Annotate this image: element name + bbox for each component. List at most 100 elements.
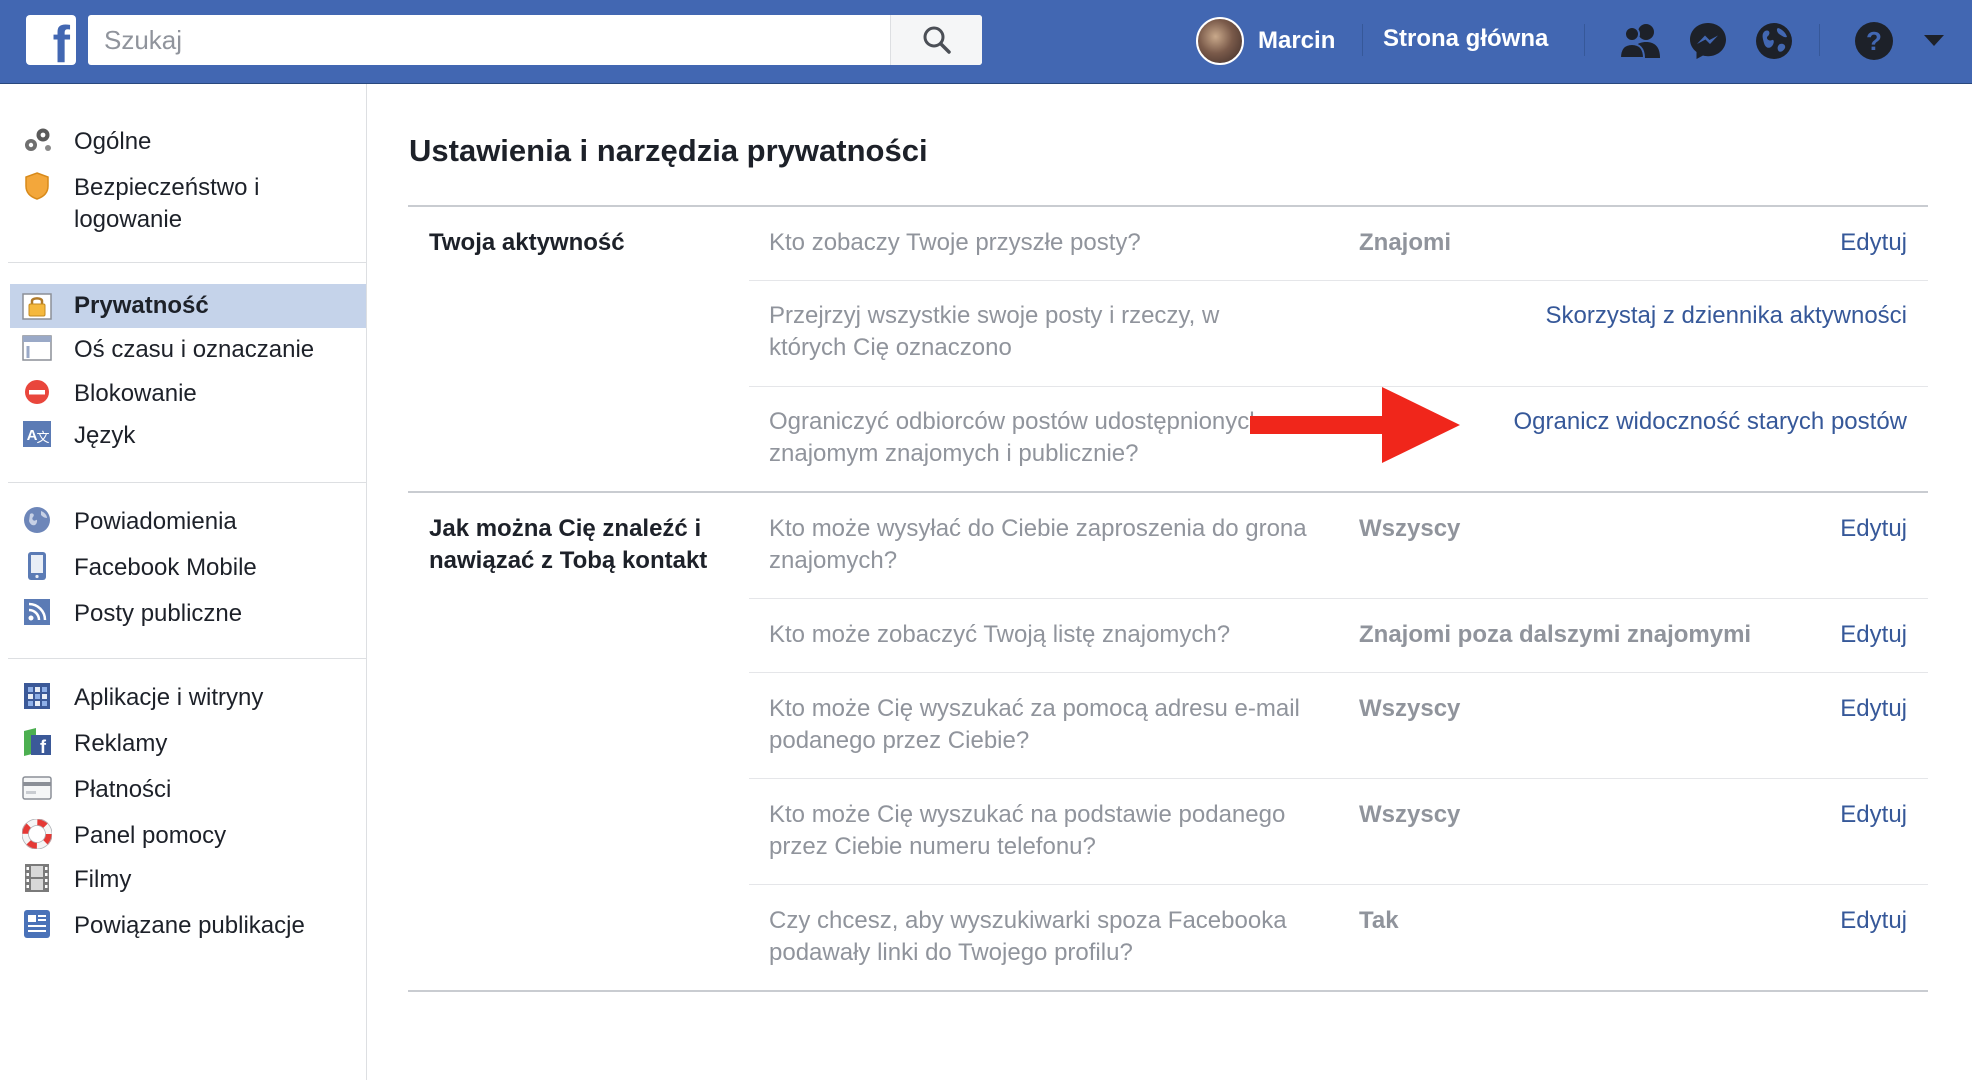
sidebar-divider	[8, 482, 366, 483]
row-divider	[749, 778, 1928, 779]
sidebar-item-label: Reklamy	[74, 730, 168, 757]
setting-question: Kto zobaczy Twoje przyszłe posty?	[769, 229, 1141, 256]
avatar	[1196, 17, 1244, 65]
sidebar-item-label: Oś czasu i oznaczanie	[74, 336, 315, 363]
facebook-logo[interactable]: f	[26, 15, 76, 65]
page-title: Ustawienia i narzędzia prywatności	[409, 133, 928, 168]
sidebar-item-general[interactable]: Ogólne	[10, 126, 366, 158]
limit-past-posts-link[interactable]: Ogranicz widoczność starych postów	[1514, 406, 1908, 438]
edit-link[interactable]: Edytuj	[1840, 693, 1907, 725]
setting-question: Kto może Cię wyszukać za pomocą adresu e…	[769, 695, 1300, 754]
sidebar-item-videos[interactable]: Filmy	[10, 864, 366, 896]
home-link[interactable]: Strona główna	[1383, 25, 1548, 53]
annotation-arrow-icon	[1250, 387, 1460, 463]
sidebar-item-label: Filmy	[74, 866, 132, 893]
globe-icon	[22, 506, 52, 534]
sidebar-item-label: Aplikacje i witryny	[74, 684, 264, 711]
sidebar-item-security-login[interactable]: Bezpieczeństwo i logowanie	[10, 172, 366, 236]
setting-question: Ograniczyć odbiorców postów udostępniony…	[769, 408, 1263, 467]
shield-icon	[22, 172, 52, 200]
sidebar-item-language[interactable]: A 文 Język	[10, 420, 366, 452]
sidebar-item-label: Posty publiczne	[74, 600, 243, 627]
svg-text:f: f	[40, 737, 47, 757]
sidebar-item-linked-publications[interactable]: Powiązane publikacje	[10, 910, 366, 942]
setting-question: Czy chcesz, aby wyszukiwarki spoza Faceb…	[769, 907, 1287, 966]
row-divider	[749, 672, 1928, 673]
svg-text:文: 文	[36, 431, 49, 446]
help-icon[interactable]: ?	[1850, 18, 1898, 64]
messenger-icon[interactable]	[1684, 18, 1732, 64]
apps-grid-icon	[22, 682, 52, 710]
row-divider	[749, 884, 1928, 885]
sidebar-item-label: Prywatność	[74, 292, 209, 319]
sidebar-item-timeline-tagging[interactable]: Oś czasu i oznaczanie	[10, 334, 366, 366]
section-title-your-activity: Twoja aktywność	[429, 229, 625, 256]
edit-link[interactable]: Edytuj	[1840, 513, 1907, 545]
section-divider	[408, 990, 1928, 992]
row-divider	[749, 598, 1928, 599]
setting-value: Znajomi	[1359, 229, 1452, 256]
sidebar-item-label: Powiązane publikacje	[74, 912, 305, 939]
search-button[interactable]	[890, 15, 982, 65]
setting-value: Tak	[1359, 907, 1399, 934]
sidebar-item-support-inbox[interactable]: Panel pomocy	[10, 819, 366, 852]
sidebar-item-label: Język	[74, 422, 136, 449]
notifications-globe-icon[interactable]	[1750, 18, 1798, 64]
sidebar-divider	[8, 262, 366, 263]
nav-separator	[1584, 24, 1585, 56]
section-divider	[408, 491, 1928, 493]
edit-link[interactable]: Edytuj	[1840, 905, 1907, 937]
sidebar-item-label: Płatności	[74, 776, 172, 803]
search-icon	[923, 26, 951, 54]
sidebar-item-label: Bezpieczeństwo i logowanie	[74, 174, 260, 233]
search-box	[88, 15, 982, 65]
setting-value: Znajomi poza dalszymi znajomymi	[1359, 621, 1752, 648]
edit-link[interactable]: Edytuj	[1840, 619, 1907, 651]
credit-card-icon	[22, 774, 52, 802]
nav-separator	[1362, 24, 1363, 56]
profile-link[interactable]: Marcin	[1196, 17, 1335, 65]
user-name: Marcin	[1258, 27, 1336, 54]
setting-question: Przejrzyj wszystkie swoje posty i rzeczy…	[769, 302, 1220, 361]
nav-separator	[1819, 24, 1820, 56]
setting-value: Wszyscy	[1359, 695, 1461, 722]
rss-icon	[22, 598, 52, 626]
setting-question: Kto może Cię wyszukać na podstawie podan…	[769, 801, 1286, 860]
chevron-down-icon[interactable]	[1914, 18, 1954, 64]
section-divider	[408, 205, 1928, 207]
sidebar-item-label: Blokowanie	[74, 380, 197, 407]
friend-requests-icon[interactable]	[1616, 18, 1664, 64]
sidebar-item-privacy[interactable]: Prywatność	[10, 284, 366, 328]
sidebar-item-label: Powiadomienia	[74, 508, 237, 535]
padlock-icon	[22, 292, 52, 320]
settings-sidebar: Ogólne Bezpieczeństwo i logowanie Prywat…	[0, 84, 367, 1080]
edit-link[interactable]: Edytuj	[1840, 227, 1907, 259]
row-divider	[749, 280, 1928, 281]
sidebar-divider	[8, 658, 366, 659]
sidebar-item-label: Panel pomocy	[74, 822, 227, 849]
top-navigation-bar: f Marcin Strona główna	[0, 0, 1972, 84]
activity-log-link[interactable]: Skorzystaj z dziennika aktywności	[1546, 300, 1907, 332]
sidebar-item-label: Ogólne	[74, 128, 152, 155]
setting-question: Kto może zobaczyć Twoją listę znajomych?	[769, 621, 1231, 648]
setting-question: Kto może wysyłać do Ciebie zaproszenia d…	[769, 515, 1307, 574]
film-icon	[22, 864, 52, 892]
language-icon: A 文	[22, 420, 52, 448]
lifebuoy-icon	[22, 819, 52, 849]
sidebar-item-payments[interactable]: Płatności	[10, 774, 366, 806]
sidebar-item-ads[interactable]: f Reklamy	[10, 728, 366, 760]
setting-value: Wszyscy	[1359, 515, 1461, 542]
ads-icon: f	[22, 728, 52, 757]
timeline-icon	[22, 334, 52, 362]
sidebar-item-notifications[interactable]: Powiadomienia	[10, 506, 366, 538]
sidebar-item-apps-websites[interactable]: Aplikacje i witryny	[10, 682, 366, 714]
facebook-logo-letter: f	[52, 16, 70, 65]
search-input[interactable]	[88, 15, 888, 65]
mobile-icon	[22, 552, 52, 580]
sidebar-item-facebook-mobile[interactable]: Facebook Mobile	[10, 552, 366, 584]
publication-icon	[22, 910, 52, 938]
sidebar-item-blocking[interactable]: Blokowanie	[10, 378, 366, 410]
edit-link[interactable]: Edytuj	[1840, 799, 1907, 831]
section-title-how-people-find-you: Jak można Cię znaleźć i nawiązać z Tobą …	[429, 515, 708, 574]
sidebar-item-public-posts[interactable]: Posty publiczne	[10, 598, 366, 630]
